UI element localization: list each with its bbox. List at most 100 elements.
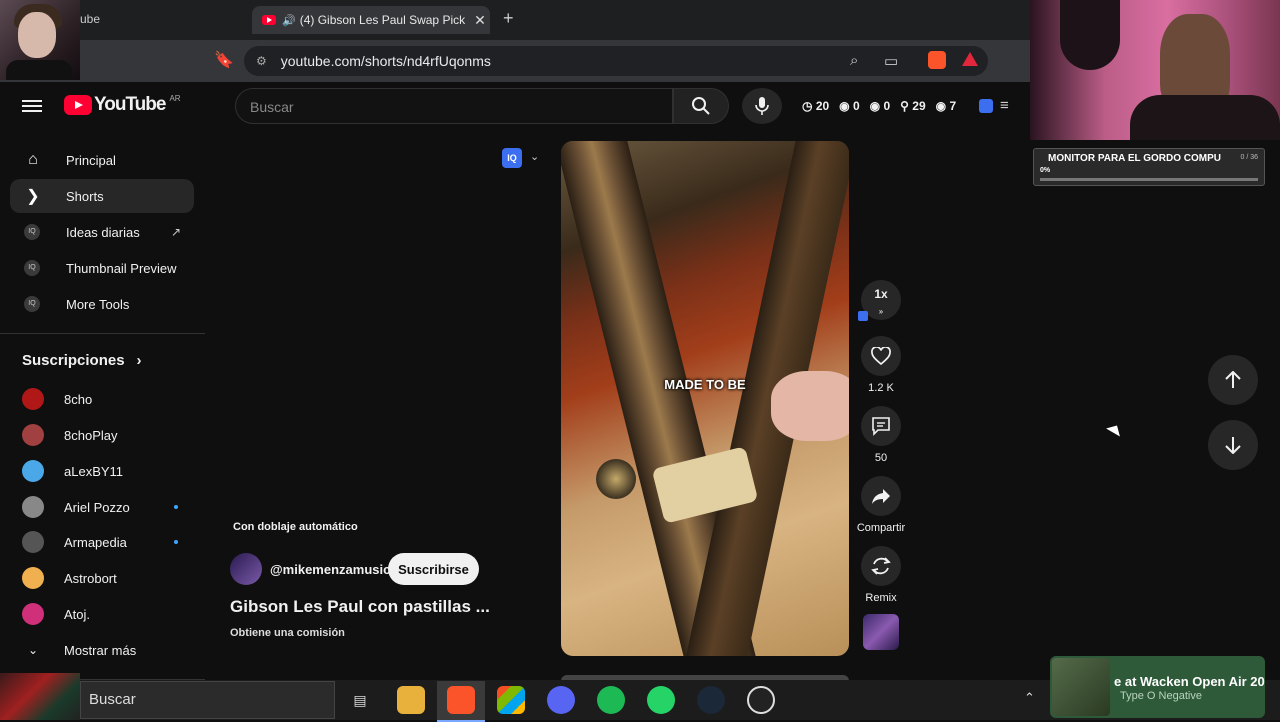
whatsapp-icon[interactable] bbox=[647, 686, 675, 714]
share-button[interactable] bbox=[861, 476, 901, 516]
close-tab-icon[interactable]: ✕ bbox=[470, 12, 490, 29]
chevron-down-icon[interactable]: ⌄ bbox=[530, 150, 539, 163]
channel-avatar bbox=[22, 531, 44, 553]
chevron-right-icon: › bbox=[136, 352, 142, 369]
taskbar-widget-thumbnail[interactable] bbox=[0, 673, 80, 720]
short-video-player[interactable] bbox=[561, 141, 849, 656]
subscription-item[interactable]: 8cho bbox=[22, 384, 202, 414]
now-playing-title: e at Wacken Open Air 20 bbox=[1114, 674, 1265, 689]
brave-shield-icon[interactable] bbox=[928, 51, 946, 69]
file-explorer-icon[interactable] bbox=[397, 686, 425, 714]
show-more-button[interactable]: ⌄ Mostrar más bbox=[22, 635, 202, 665]
channel-handle[interactable]: @mikemenzamusic bbox=[270, 562, 390, 577]
video-caption: MADE TO BE bbox=[664, 377, 746, 392]
previous-tab-label[interactable]: ube bbox=[80, 12, 100, 26]
obs-icon[interactable] bbox=[747, 686, 775, 714]
speed-label: 1x bbox=[874, 287, 888, 301]
audio-source-thumbnail[interactable] bbox=[863, 614, 899, 650]
extension-stats: ◷ 20 ◉ 0 ◉ 0 ⚲ 29 ◉ 7 bbox=[802, 99, 956, 113]
like-button[interactable] bbox=[861, 336, 901, 376]
previous-short-button[interactable] bbox=[1208, 355, 1258, 405]
share-label: Compartir bbox=[856, 522, 906, 534]
widget-percent: 0% bbox=[1040, 167, 1051, 174]
share-icon bbox=[872, 489, 890, 504]
site-info-icon[interactable]: ⚙ bbox=[256, 54, 267, 68]
url-text: youtube.com/shorts/nd4rfUqonms bbox=[280, 53, 491, 69]
new-tab-button[interactable]: + bbox=[503, 8, 514, 29]
url-bar[interactable]: ⚙ youtube.com/shorts/nd4rfUqonms bbox=[244, 46, 988, 76]
subscription-item[interactable]: aLexBY11 bbox=[22, 456, 202, 486]
channel-avatar bbox=[22, 496, 44, 518]
shorts-icon: ❯ bbox=[26, 188, 40, 205]
iq-extension-icon[interactable] bbox=[979, 99, 993, 113]
subscription-item[interactable]: Armapedia bbox=[22, 527, 202, 557]
subscribe-button[interactable]: Suscribirse bbox=[388, 553, 479, 585]
tray-chevron-up-icon[interactable]: ⌃ bbox=[1024, 690, 1035, 706]
cast-icon[interactable]: ▭ bbox=[884, 52, 898, 70]
microsoft-store-icon[interactable] bbox=[497, 686, 525, 714]
iq-tools-icon[interactable]: IQ bbox=[502, 148, 522, 168]
search-icon bbox=[692, 97, 710, 115]
commission-label: Obtiene una comisión bbox=[230, 627, 345, 639]
sidebar-item-principal[interactable]: ⌂ Principal bbox=[10, 143, 194, 177]
zoom-icon[interactable]: ⌕ bbox=[850, 52, 858, 69]
bookmark-icon[interactable]: 🔖 bbox=[214, 50, 234, 70]
discord-icon[interactable] bbox=[547, 686, 575, 714]
sidebar-item-more-tools[interactable]: IQ More Tools bbox=[10, 287, 194, 321]
remix-icon bbox=[871, 557, 891, 575]
iq-badge-icon bbox=[858, 311, 868, 321]
like-count: 1.2 K bbox=[868, 382, 894, 394]
iq-icon: IQ bbox=[24, 224, 40, 240]
channel-avatar[interactable] bbox=[230, 553, 262, 585]
youtube-logo[interactable]: YouTube AR bbox=[64, 94, 181, 116]
voice-search-button[interactable] bbox=[742, 88, 782, 124]
search-input[interactable]: Buscar bbox=[235, 88, 673, 124]
taskbar-search-input[interactable]: Buscar bbox=[80, 681, 335, 719]
country-code: AR bbox=[169, 94, 181, 103]
sidebar-item-thumbnail-preview[interactable]: IQ Thumbnail Preview bbox=[10, 251, 194, 285]
sidebar-item-label: More Tools bbox=[66, 296, 130, 312]
hamburger-menu-icon[interactable] bbox=[22, 97, 42, 115]
search-button[interactable] bbox=[673, 88, 729, 124]
iq-icon: IQ bbox=[24, 260, 40, 276]
comment-count: 50 bbox=[874, 452, 888, 464]
channel-name: 8choPlay bbox=[64, 427, 118, 443]
short-title[interactable]: Gibson Les Paul con pastillas ... bbox=[230, 597, 490, 617]
spotify-icon[interactable] bbox=[597, 686, 625, 714]
task-view-icon[interactable]: ▤ bbox=[346, 686, 374, 714]
channel-name: Ariel Pozzo bbox=[64, 499, 130, 515]
next-short-button[interactable] bbox=[1208, 420, 1258, 470]
widget-count: 0 / 36 bbox=[1240, 154, 1258, 161]
channel-name: Armapedia bbox=[64, 534, 127, 550]
active-tab[interactable]: 🔊 (4) Gibson Les Paul Swap Pick ✕ bbox=[252, 6, 490, 34]
subscription-item[interactable]: 8choPlay bbox=[22, 420, 202, 450]
microphone-icon bbox=[755, 97, 769, 115]
stream-goal-widget: MONITOR PARA EL GORDO COMPU 0 / 36 0% bbox=[1033, 148, 1265, 186]
subscription-item[interactable]: Ariel Pozzo bbox=[22, 492, 202, 522]
brave-browser-icon[interactable] bbox=[447, 686, 475, 714]
sidebar-divider bbox=[0, 333, 205, 334]
stat-5: ◉ 7 bbox=[935, 99, 957, 113]
channel-name: 8cho bbox=[64, 391, 93, 407]
now-playing-artist: Type O Negative bbox=[1120, 690, 1202, 702]
steam-icon[interactable] bbox=[697, 686, 725, 714]
dubbing-label: Con doblaje automático bbox=[233, 521, 358, 533]
browser-tab-bar bbox=[0, 0, 1030, 40]
streamer-webcam-2 bbox=[1030, 0, 1280, 140]
comment-button[interactable] bbox=[861, 406, 901, 446]
channel-avatar bbox=[22, 460, 44, 482]
now-playing-widget[interactable]: e at Wacken Open Air 20 Type O Negative bbox=[1050, 656, 1265, 718]
new-content-dot bbox=[174, 505, 178, 509]
show-more-label: Mostrar más bbox=[64, 642, 137, 658]
chevron-down-icon: ⌄ bbox=[27, 643, 39, 657]
brave-rewards-icon[interactable] bbox=[962, 52, 978, 66]
channel-name: aLexBY11 bbox=[64, 463, 124, 479]
subscription-item[interactable]: Atoj. bbox=[22, 599, 202, 629]
list-icon[interactable]: ≡ bbox=[1000, 97, 1009, 114]
sidebar-item-shorts[interactable]: ❯ Shorts bbox=[10, 179, 194, 213]
subscription-item[interactable]: Astrobort bbox=[22, 563, 202, 593]
sidebar-item-ideas-diarias[interactable]: IQ Ideas diarias ↗ bbox=[10, 215, 194, 249]
subscriptions-heading[interactable]: Suscripciones › bbox=[22, 352, 142, 369]
remix-button[interactable] bbox=[861, 546, 901, 586]
channel-avatar bbox=[22, 603, 44, 625]
